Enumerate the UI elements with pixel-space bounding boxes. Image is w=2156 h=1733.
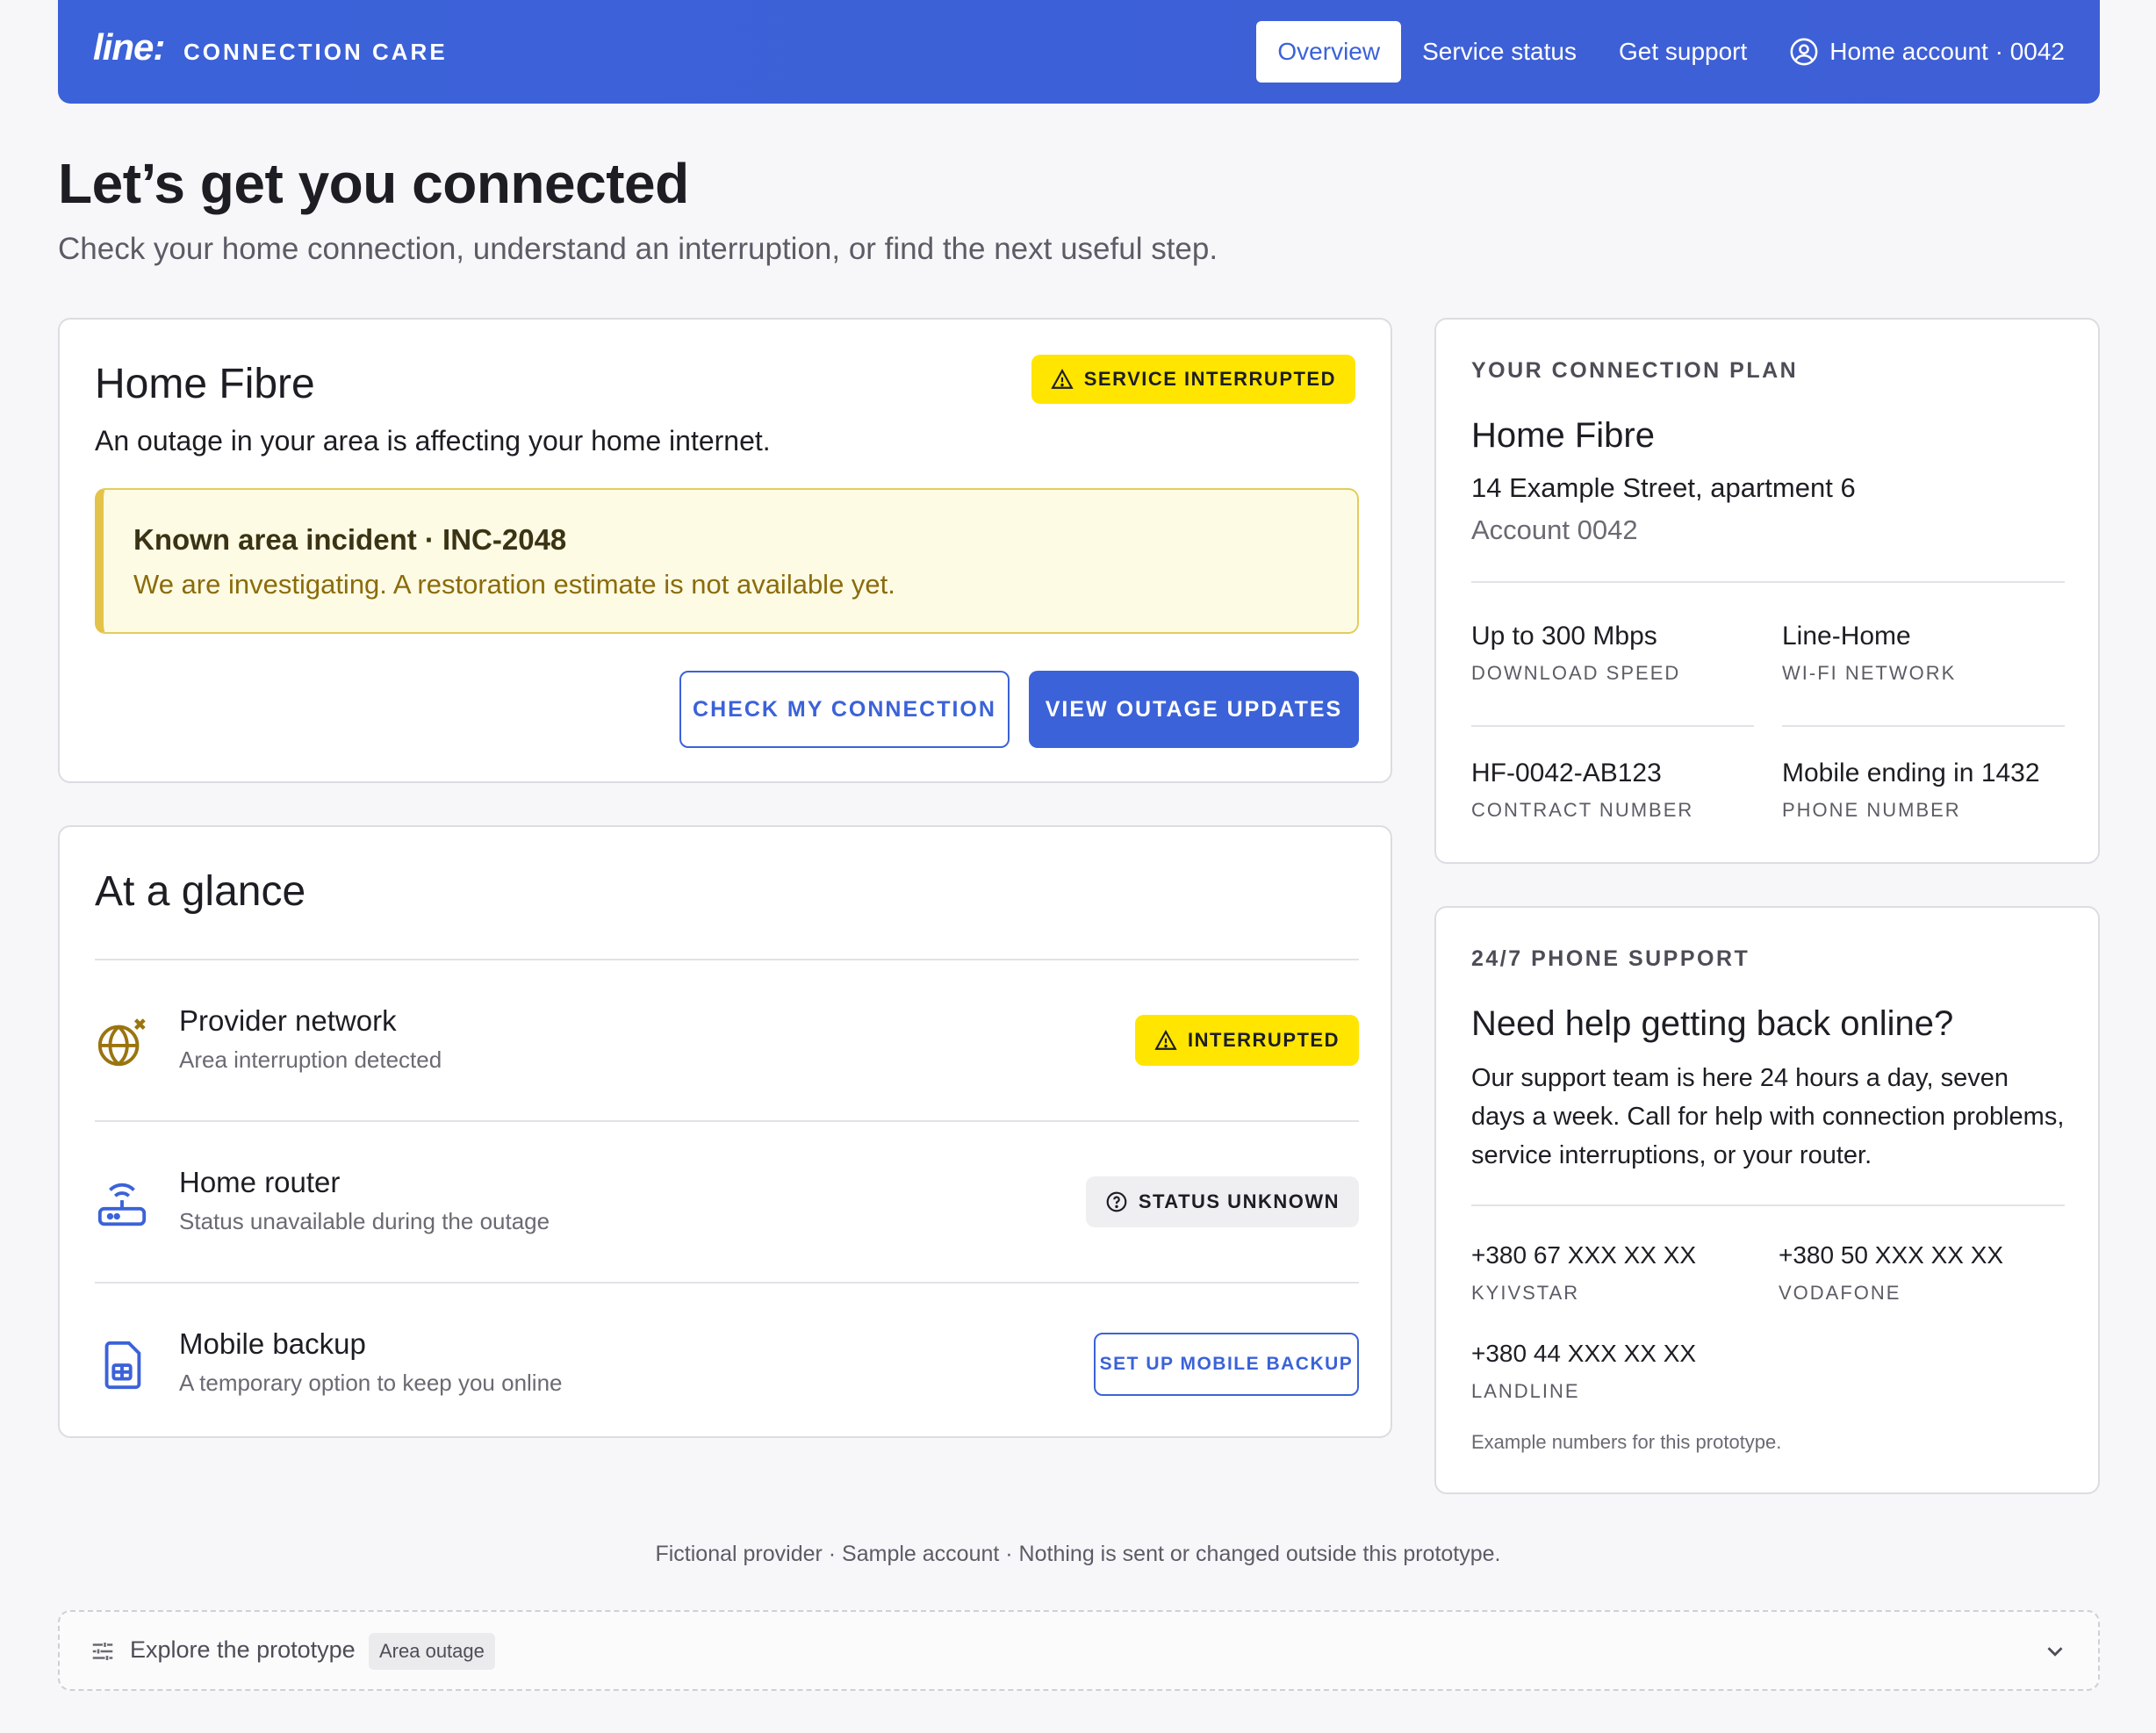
user-circle-icon — [1790, 38, 1818, 66]
warning-icon — [1051, 369, 1074, 389]
line-logo[interactable]: line: — [93, 26, 165, 68]
fact-value: Line-Home — [1782, 622, 1911, 651]
service-interrupted-badge: SERVICE INTERRUPTED — [1031, 355, 1355, 404]
plan-address: 14 Example Street, apartment 6 — [1471, 472, 1856, 503]
chevron-down-icon[interactable] — [2042, 1638, 2068, 1665]
top-navigation-bar: line: CONNECTION CARE Overview Service s… — [58, 0, 2100, 104]
example-numbers-note: Example numbers for this prototype. — [1471, 1431, 1782, 1453]
check-connection-button[interactable]: CHECK MY CONNECTION — [679, 671, 1010, 748]
mobile-backup-subtitle: A temporary option to keep you online — [179, 1370, 563, 1396]
phone-label: KYIVSTAR — [1471, 1282, 1580, 1304]
explore-prototype-panel[interactable]: Explore the prototype Area outage — [58, 1610, 2100, 1691]
glance-row-mobile-backup: Mobile backup A temporary option to keep… — [95, 1282, 1359, 1443]
question-circle-icon — [1106, 1191, 1127, 1212]
page-title: Let’s get you connected — [58, 152, 689, 215]
account-label: Home account · 0042 — [1829, 38, 2065, 65]
home-router-subtitle: Status unavailable during the outage — [179, 1208, 550, 1234]
mobile-backup-title: Mobile backup — [179, 1327, 366, 1360]
incident-callout: Known area incident · INC-2048 We are in… — [95, 488, 1359, 634]
fact-divider — [1471, 725, 1754, 727]
support-question: Need help getting back online? — [1471, 1004, 1954, 1043]
fact-divider — [1782, 725, 2065, 727]
at-a-glance-card: At a glance Provider network Area interr… — [58, 825, 1392, 1438]
footer-disclaimer: Fictional provider · Sample account · No… — [655, 1542, 1501, 1566]
phone-number[interactable]: +380 67 XXX XX XX — [1471, 1241, 1696, 1269]
support-eyebrow: 24/7 PHONE SUPPORT — [1471, 946, 1750, 971]
fact-phone-number: Mobile ending in 1432 PHONE NUMBER — [1782, 759, 2065, 822]
sim-card-icon — [104, 1341, 141, 1390]
status-unknown-badge: STATUS UNKNOWN — [1085, 1176, 1359, 1227]
scenario-tag: Area outage — [369, 1633, 495, 1670]
status-unknown-label: STATUS UNKNOWN — [1138, 1190, 1340, 1212]
fact-label: PHONE NUMBER — [1782, 799, 1961, 821]
brand-name: CONNECTION CARE — [183, 39, 448, 65]
sliders-icon — [92, 1643, 113, 1660]
home-router-title: Home router — [179, 1166, 341, 1198]
fact-value: HF-0042-AB123 — [1471, 759, 1662, 787]
interrupted-label: INTERRUPTED — [1188, 1029, 1340, 1051]
service-description: An outage in your area is affecting your… — [95, 425, 771, 457]
phone-vodafone[interactable]: +380 50 XXX XX XX VODAFONE — [1779, 1241, 2003, 1305]
service-badge-label: SERVICE INTERRUPTED — [1083, 368, 1336, 390]
phone-support-card: 24/7 PHONE SUPPORT Need help getting bac… — [1434, 906, 2100, 1494]
phone-number[interactable]: +380 44 XXX XX XX — [1471, 1340, 1696, 1368]
account-menu[interactable]: Home account · 0042 — [1768, 21, 2100, 83]
phone-label: LANDLINE — [1471, 1380, 1580, 1402]
fact-value: Mobile ending in 1432 — [1782, 759, 2040, 787]
page-subtitle: Check your home connection, understand a… — [58, 232, 1218, 266]
provider-network-title: Provider network — [179, 1004, 397, 1037]
plan-name: Home Fibre — [1471, 416, 1655, 455]
support-text: Our support team is here 24 hours a day,… — [1471, 1064, 2065, 1169]
nav-get-support[interactable]: Get support — [1598, 21, 1768, 83]
glance-row-provider-network: Provider network Area interruption detec… — [95, 959, 1359, 1120]
service-title: Home Fibre — [95, 361, 315, 407]
interrupted-badge: INTERRUPTED — [1135, 1015, 1359, 1066]
plan-divider — [1471, 581, 2065, 583]
fact-contract-number: HF-0042-AB123 CONTRACT NUMBER — [1471, 759, 1754, 822]
phone-label: VODAFONE — [1779, 1282, 1901, 1304]
fact-wifi-network: Line-Home WI-FI NETWORK — [1782, 622, 2065, 685]
phone-landline[interactable]: +380 44 XXX XX XX LANDLINE — [1471, 1340, 1696, 1403]
glance-title: At a glance — [95, 868, 306, 915]
nav-overview[interactable]: Overview — [1256, 21, 1402, 83]
connection-plan-card: YOUR CONNECTION PLAN Home Fibre 14 Examp… — [1434, 318, 2100, 864]
globe-x-icon — [97, 1018, 146, 1067]
view-outage-updates-button[interactable]: VIEW OUTAGE UPDATES — [1029, 671, 1359, 748]
warning-icon — [1154, 1030, 1177, 1050]
fact-value: Up to 300 Mbps — [1471, 622, 1657, 651]
router-icon — [97, 1183, 147, 1226]
phone-kyivstar[interactable]: +380 67 XXX XX XX KYIVSTAR — [1471, 1241, 1696, 1305]
glance-row-home-router: Home router Status unavailable during th… — [95, 1120, 1359, 1282]
nav-service-status[interactable]: Service status — [1401, 21, 1598, 83]
incident-title: Known area incident · INC-2048 — [133, 523, 567, 556]
main-nav: Overview Service status Get support Home… — [1256, 21, 2100, 83]
set-up-mobile-backup-button[interactable]: SET UP MOBILE BACKUP — [1094, 1333, 1359, 1396]
fact-label: WI-FI NETWORK — [1782, 662, 1957, 684]
provider-network-subtitle: Area interruption detected — [179, 1046, 442, 1073]
plan-eyebrow: YOUR CONNECTION PLAN — [1471, 358, 1799, 383]
plan-account-number: Account 0042 — [1471, 514, 1638, 545]
fact-label: DOWNLOAD SPEED — [1471, 662, 1681, 684]
phone-number[interactable]: +380 50 XXX XX XX — [1779, 1241, 2003, 1269]
fact-download-speed: Up to 300 Mbps DOWNLOAD SPEED — [1471, 622, 1754, 685]
explore-label: Explore the prototype — [130, 1636, 356, 1663]
fact-label: CONTRACT NUMBER — [1471, 799, 1694, 821]
incident-detail: We are investigating. A restoration esti… — [133, 569, 895, 600]
support-divider — [1471, 1204, 2065, 1206]
service-status-card: Home Fibre SERVICE INTERRUPTED An outage… — [58, 318, 1392, 783]
